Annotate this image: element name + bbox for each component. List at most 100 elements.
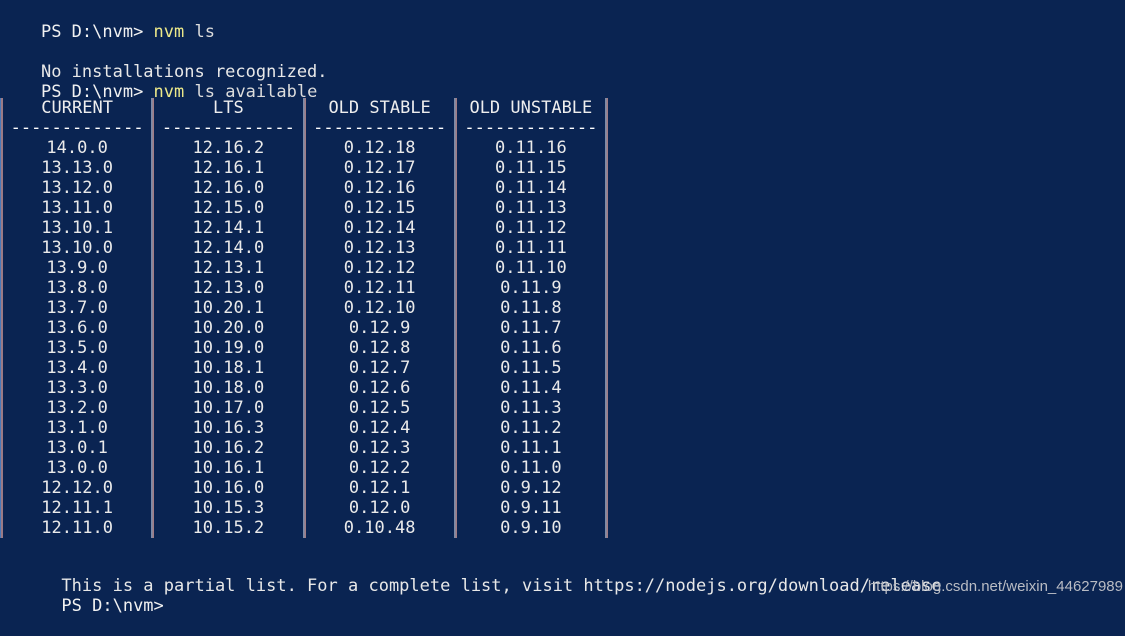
version-cell-lts: 10.20.1 [192,298,265,318]
table-border-right [605,218,608,238]
version-cell-old-unstable: 0.11.8 [500,298,562,318]
table-row: 13.7.0 10.20.1 0.12.10 0.11.8 [0,298,608,318]
table-border-right-dash [605,118,608,138]
version-cell-current: 14.0.0 [46,138,108,158]
version-cell-old-unstable: 0.9.10 [500,518,562,538]
version-cell-current: 13.10.1 [41,218,113,238]
version-cell-old-unstable: 0.11.5 [500,358,562,378]
version-cell-old-unstable: 0.11.7 [500,318,562,338]
version-cell-lts: 12.16.1 [192,158,265,178]
version-cell-old-stable: 0.12.5 [348,398,411,418]
table-dashes-current: ------------- [10,118,144,138]
version-cell-old-unstable: 0.9.12 [500,478,562,498]
table-border-right [605,258,608,278]
version-cell-old-stable: 0.12.18 [343,138,416,158]
version-cell-old-unstable: 0.11.1 [500,438,562,458]
table-border-right [605,98,608,118]
version-cell-lts: 12.16.0 [192,178,265,198]
table-border-right [605,358,608,378]
version-cell-old-stable: 0.12.7 [348,358,411,378]
table-row: 13.12.0 12.16.0 0.12.16 0.11.14 [0,178,608,198]
version-cell-old-stable: 0.12.0 [348,498,411,518]
version-cell-lts: 10.17.0 [192,398,265,418]
version-cell-current: 12.12.0 [41,478,113,498]
version-cell-lts: 10.18.1 [192,358,265,378]
table-row: 13.1.0 10.16.3 0.12.4 0.11.2 [0,418,608,438]
version-cell-current: 12.11.0 [41,518,113,538]
version-cell-old-unstable: 0.9.11 [500,498,562,518]
table-header-row: CURRENT LTS OLD STABLE OLD UNSTABLE [0,98,608,118]
table-border-right [605,318,608,338]
version-cell-old-stable: 0.12.17 [343,158,416,178]
version-cell-lts: 10.15.2 [192,518,265,538]
table-row: 13.2.0 10.17.0 0.12.5 0.11.3 [0,398,608,418]
table-border-right [605,158,608,178]
partial-list-note: This is a partial list. For a complete l… [61,576,942,596]
table-row: 13.5.0 10.19.0 0.12.8 0.11.6 [0,338,608,358]
table-header-old-unstable: OLD UNSTABLE [469,98,593,118]
version-cell-current: 13.10.0 [41,238,113,258]
table-header-current: CURRENT [41,98,113,118]
version-cell-old-stable: 0.12.16 [343,178,416,198]
table-row: 13.8.0 12.13.0 0.12.11 0.11.9 [0,278,608,298]
version-cell-lts: 10.20.0 [192,318,265,338]
table-border-right [605,298,608,318]
version-cell-old-stable: 0.12.10 [343,298,416,318]
table-body: 14.0.0 12.16.2 0.12.18 0.11.16 13.13.0 12.16.… [0,138,608,538]
powershell-terminal[interactable]: PS D:\nvm> nvm ls No installations recog… [0,0,1125,616]
prompt-text-3: PS D:\nvm> [61,596,164,616]
command-name-1: nvm [153,22,185,42]
node-versions-table: CURRENT LTS OLD STABLE OLD UNSTABLE ----… [0,98,608,538]
version-cell-old-unstable: 0.11.16 [495,138,567,158]
version-cell-current: 13.0.1 [46,438,108,458]
table-border-right [605,458,608,478]
version-cell-current: 13.0.0 [46,458,108,478]
table-header-old-stable: OLD STABLE [328,98,431,118]
version-cell-lts: 10.19.0 [192,338,265,358]
table-border-right [605,398,608,418]
version-cell-old-unstable: 0.11.12 [495,218,567,238]
terminal-blank-line-1 [0,22,41,42]
version-cell-lts: 12.13.1 [192,258,265,278]
version-cell-lts: 12.15.0 [192,198,265,218]
terminal-line-message: No installations recognized. [0,42,328,82]
version-cell-lts: 10.18.0 [192,378,265,398]
table-border-right [605,518,608,538]
table-row: 12.12.0 10.16.0 0.12.1 0.9.12 [0,478,608,498]
table-row: 13.0.1 10.16.2 0.12.3 0.11.1 [0,438,608,458]
prompt-text-1: PS D:\nvm> [40,22,154,42]
terminal-line-partial-list: This is a partial list. For a complete l… [0,556,1125,596]
version-cell-old-stable: 0.10.48 [343,518,416,538]
version-cell-old-stable: 0.12.1 [348,478,411,498]
version-cell-old-unstable: 0.11.10 [495,258,567,278]
table-border-right [605,478,608,498]
version-cell-old-stable: 0.12.12 [343,258,416,278]
table-border-right [605,278,608,298]
version-cell-current: 13.11.0 [41,198,113,218]
version-cell-lts: 10.16.1 [192,458,265,478]
table-row: 13.10.1 12.14.1 0.12.14 0.11.12 [0,218,608,238]
version-cell-old-stable: 0.12.14 [343,218,416,238]
version-cell-old-unstable: 0.11.15 [495,158,567,178]
version-cell-current: 12.11.1 [41,498,113,518]
version-cell-old-unstable: 0.11.3 [500,398,562,418]
table-border-right [605,338,608,358]
version-cell-lts: 10.15.3 [192,498,265,518]
version-cell-old-unstable: 0.11.2 [500,418,562,438]
version-cell-current: 13.8.0 [46,278,108,298]
table-row: 13.11.0 12.15.0 0.12.15 0.11.13 [0,198,608,218]
table-border-right [605,418,608,438]
version-cell-current: 13.4.0 [46,358,108,378]
table-border-right [605,498,608,518]
table-dashes-lts: ------------- [161,118,295,138]
version-cell-lts: 10.16.2 [192,438,265,458]
version-cell-old-unstable: 0.11.14 [495,178,567,198]
table-border-right [605,138,608,158]
table-dash-row: ------------- ------------- ------------… [0,118,608,138]
table-row: 13.6.0 10.20.0 0.12.9 0.11.7 [0,318,608,338]
version-cell-current: 13.12.0 [41,178,113,198]
version-cell-old-stable: 0.12.13 [343,238,416,258]
command-args-1: ls [184,22,215,42]
version-cell-lts: 10.16.3 [192,418,265,438]
terminal-line-command-2: PS D:\nvm> nvm ls available [0,62,317,102]
